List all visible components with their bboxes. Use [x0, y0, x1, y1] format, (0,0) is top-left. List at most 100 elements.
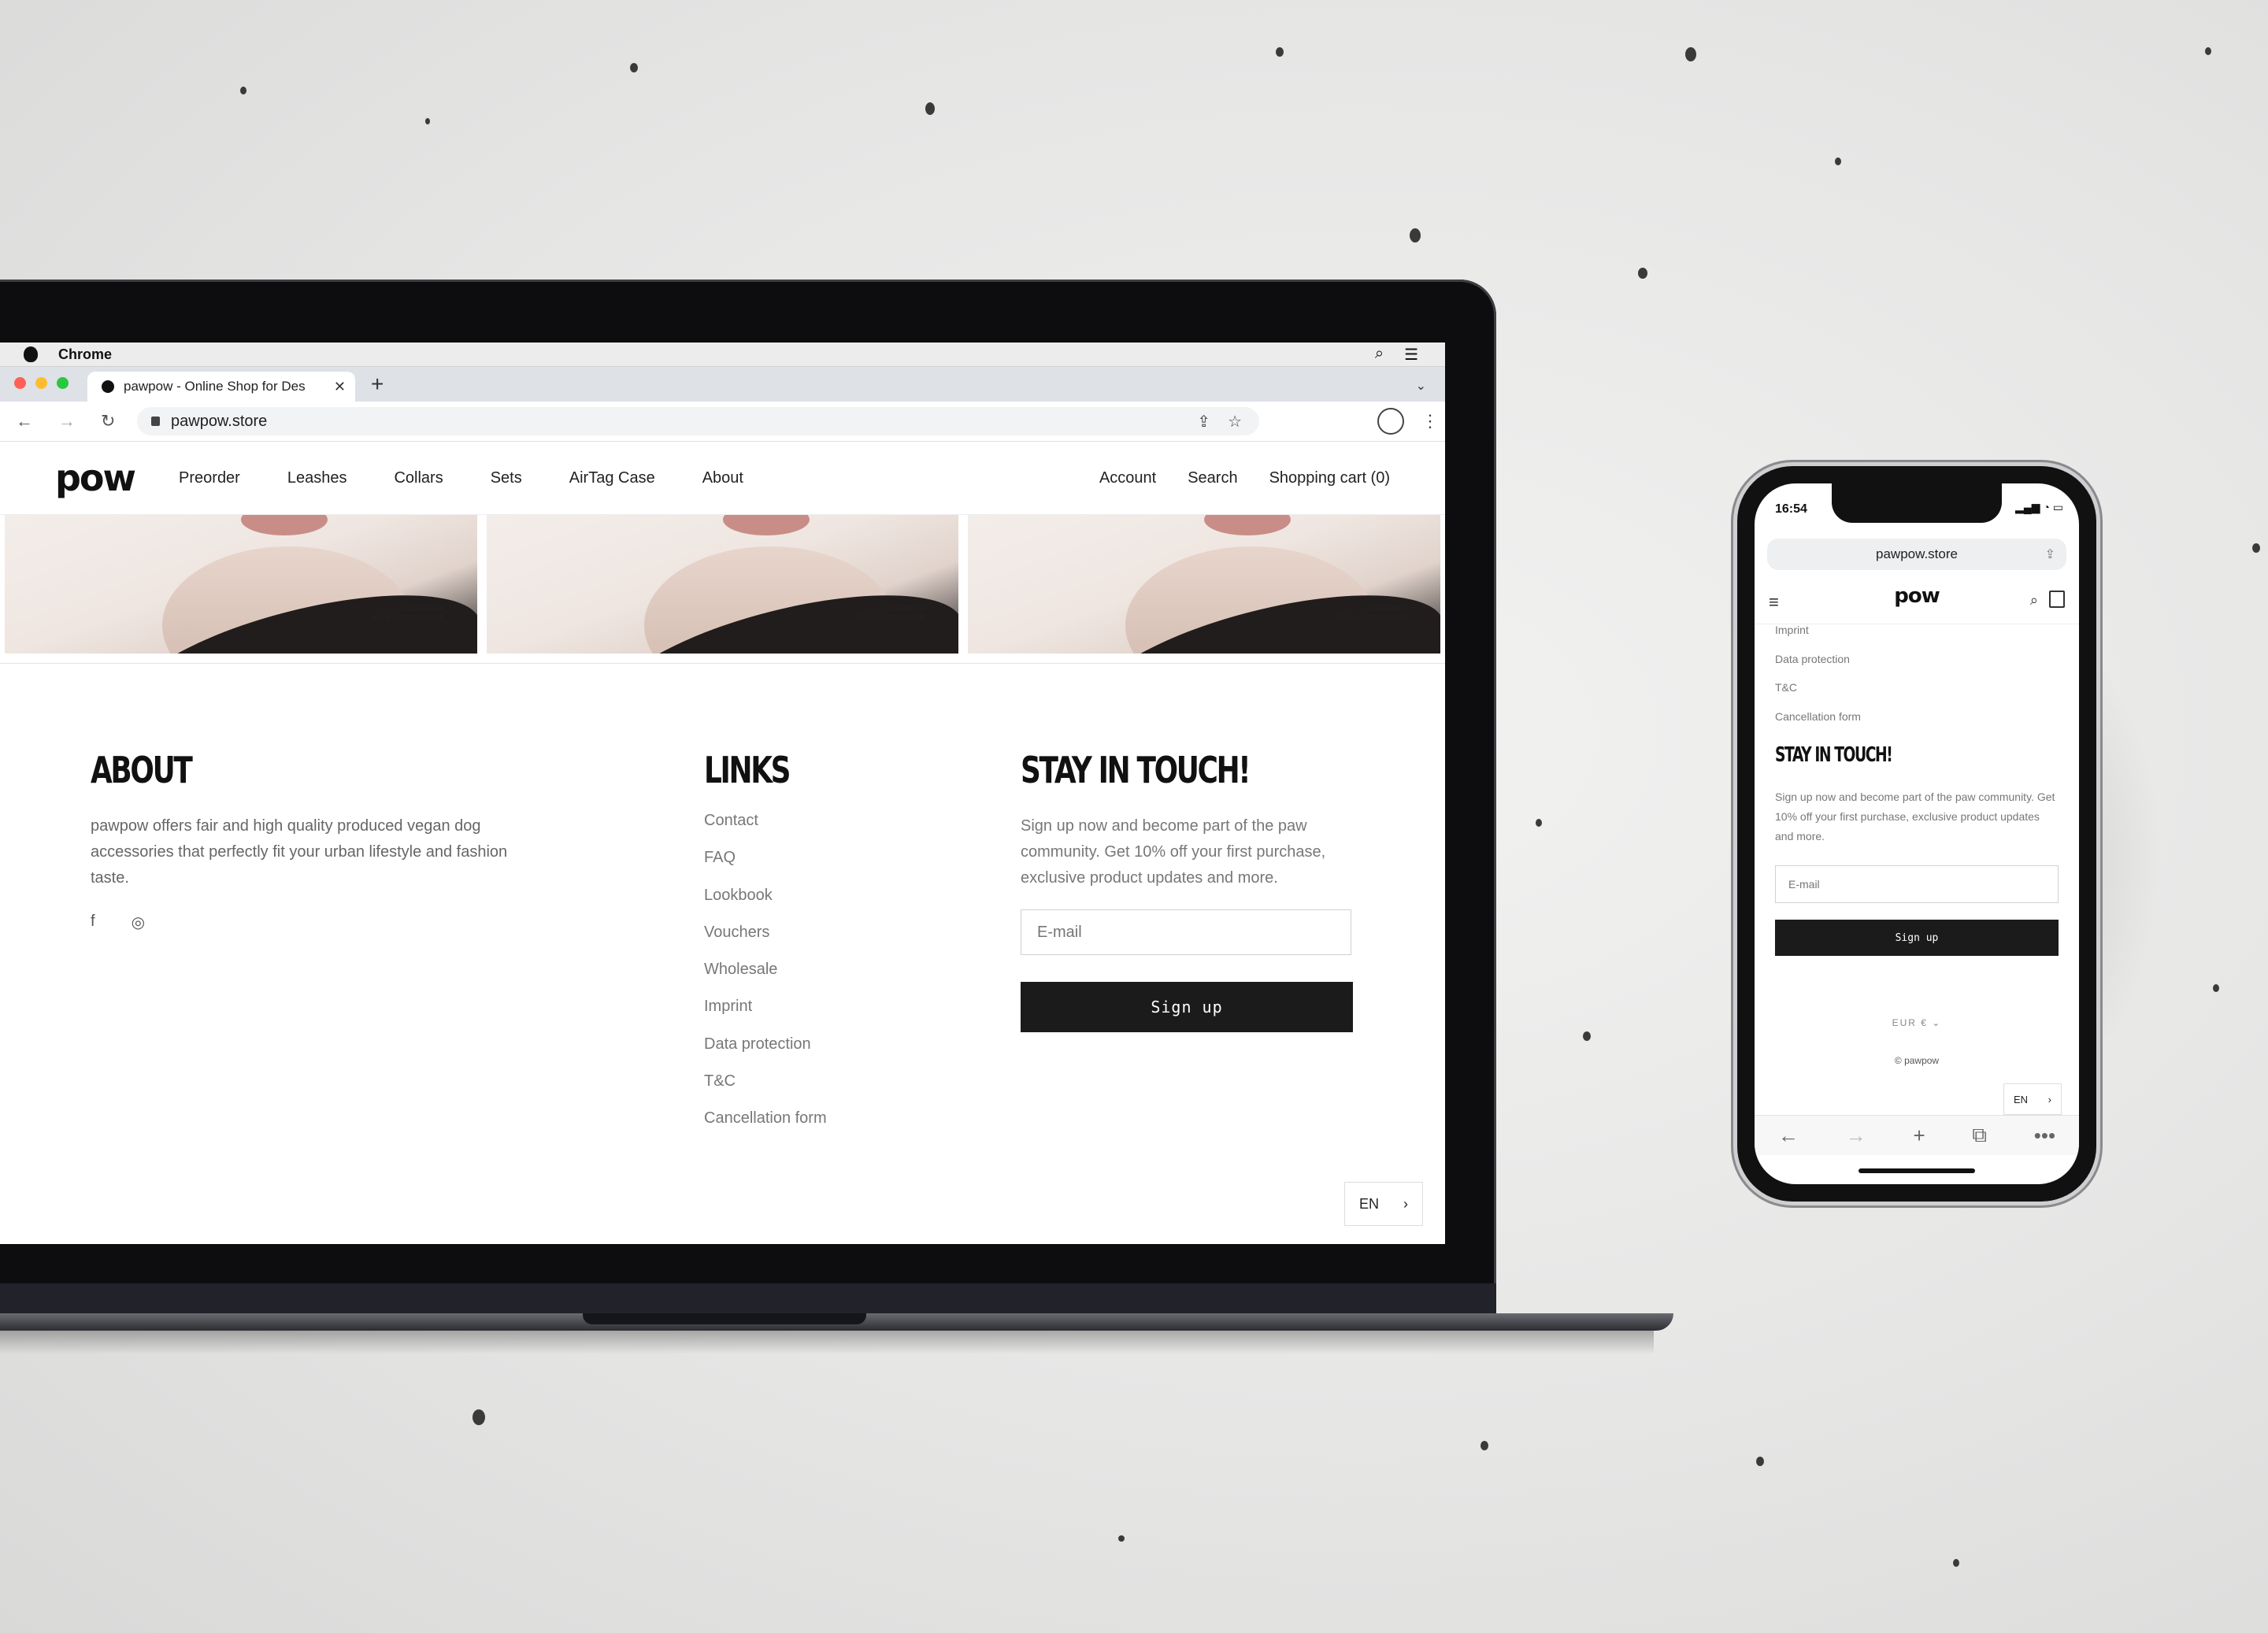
tab-title: pawpow - Online Shop for Des — [124, 379, 306, 394]
home-indicator — [1858, 1168, 1975, 1173]
photo-caption: @GOPAWPOW WWW.PAWPOW.STORE — [854, 605, 926, 621]
footer-link-contact[interactable]: Contact — [704, 812, 827, 849]
nav-item-sets[interactable]: Sets — [491, 469, 522, 487]
newsletter-email-input[interactable] — [1021, 909, 1351, 955]
address-bar[interactable]: pawpow.store ⇪ ☆ — [137, 407, 1259, 435]
mobile-link-data-protection[interactable]: Data protection — [1775, 653, 1861, 682]
nav-item-leashes[interactable]: Leashes — [287, 469, 347, 487]
browser-tab-strip: pawpow - Online Shop for Des ✕ + ⌄ — [0, 367, 1445, 402]
mobile-link-cancellation-form[interactable]: Cancellation form — [1775, 710, 1861, 739]
minimize-window-button[interactable] — [35, 377, 47, 389]
profile-avatar-icon[interactable] — [1377, 408, 1404, 435]
new-tab-icon[interactable]: + — [1913, 1124, 1925, 1148]
spotlight-search-icon[interactable]: ⌕ — [1375, 345, 1384, 365]
footer-link-data-protection[interactable]: Data protection — [704, 1035, 827, 1072]
copyright-text: © pawpow — [1894, 1055, 1940, 1066]
shopping-bag-icon[interactable] — [2049, 591, 2065, 608]
social-links: f ◎ — [91, 913, 145, 932]
photo-tile[interactable]: @GOPAWPOW WWW.PAWPOW.STORE — [486, 515, 959, 654]
mobile-url-text: pawpow.store — [1876, 546, 1958, 561]
forward-button[interactable]: → — [58, 411, 85, 431]
links-heading: LINKS — [704, 749, 791, 791]
newsletter-signup-button[interactable]: Sign up — [1021, 982, 1353, 1032]
laptop-notch — [583, 1313, 866, 1324]
menubar-app-name[interactable]: Chrome — [58, 346, 112, 363]
back-button[interactable]: ← — [16, 411, 43, 431]
tab-search-chevron-icon[interactable]: ⌄ — [1416, 378, 1426, 394]
forward-icon[interactable]: → — [1846, 1124, 1866, 1148]
instagram-photo-strip: @GOPAWPOW WWW.PAWPOW.STORE @GOPAWPOW WWW.P… — [0, 515, 1445, 654]
main-nav: Preorder Leashes Collars Sets AirTag Cas… — [179, 469, 743, 487]
photo-tile[interactable]: @GOPAWPOW WWW.PAWPOW.STORE — [968, 515, 1441, 654]
bookmark-star-icon[interactable]: ☆ — [1228, 412, 1242, 431]
account-nav: Account Search Shopping cart (0) — [1099, 469, 1390, 487]
apple-icon[interactable] — [24, 346, 38, 362]
window-controls — [14, 377, 69, 389]
footer-link-vouchers[interactable]: Vouchers — [704, 924, 827, 961]
status-icons: ▂▄▆ ◔ ▭ — [2015, 501, 2063, 513]
tabs-icon[interactable]: ⧉ — [1972, 1123, 1987, 1148]
language-label: EN — [2014, 1093, 2029, 1105]
favicon-icon — [102, 380, 114, 393]
mobile-newsletter-text: Sign up now and become part of the paw c… — [1775, 791, 2055, 842]
footer-link-cancellation-form[interactable]: Cancellation form — [704, 1109, 827, 1146]
browser-menu-icon[interactable]: ⋮ — [1421, 411, 1439, 431]
mobile-site-header: ≡ pow ⌕ — [1755, 578, 2079, 624]
nav-item-about[interactable]: About — [702, 469, 743, 487]
phone-screen: 16:54 ▂▄▆ ◔ ▭ pawpow.store ⇪ ≡ pow ⌕ Imp… — [1755, 483, 2079, 1184]
mobile-newsletter-heading: STAY IN TOUCH! — [1775, 743, 1893, 767]
language-selector[interactable]: EN › — [1344, 1182, 1423, 1226]
mobile-link-imprint[interactable]: Imprint — [1775, 624, 1861, 653]
about-heading: ABOUT — [91, 749, 193, 791]
more-icon[interactable]: ••• — [2034, 1124, 2055, 1148]
chevron-right-icon: › — [1403, 1195, 1408, 1212]
tab-close-icon[interactable]: ✕ — [334, 379, 346, 395]
footer-link-terms[interactable]: T&C — [704, 1072, 827, 1109]
footer-link-faq[interactable]: FAQ — [704, 849, 827, 886]
browser-toolbar: ← → ↻ pawpow.store ⇪ ☆ ⋮ — [0, 402, 1445, 442]
site-logo[interactable]: pow — [55, 457, 136, 499]
mobile-email-input[interactable] — [1775, 865, 2059, 903]
control-center-icon[interactable]: ☰ — [1404, 345, 1418, 365]
search-link[interactable]: Search — [1188, 469, 1237, 487]
mobile-signup-button[interactable]: Sign up — [1775, 920, 2059, 956]
facebook-icon[interactable]: f — [91, 913, 95, 932]
status-time: 16:54 — [1775, 502, 1807, 516]
reload-button[interactable]: ↻ — [101, 411, 128, 431]
shopping-cart-link[interactable]: Shopping cart (0) — [1269, 469, 1390, 487]
mobile-address-bar[interactable]: pawpow.store ⇪ — [1767, 539, 2066, 570]
photo-tile[interactable]: @GOPAWPOW WWW.PAWPOW.STORE — [5, 515, 477, 654]
search-icon[interactable]: ⌕ — [2030, 592, 2038, 609]
newsletter-text: Sign up now and become part of the paw c… — [1021, 817, 1326, 887]
share-icon[interactable]: ⇪ — [1197, 412, 1210, 431]
close-window-button[interactable] — [14, 377, 26, 389]
site-header: pow Preorder Leashes Collars Sets AirTag… — [0, 442, 1445, 515]
browser-tab-active[interactable]: pawpow - Online Shop for Des ✕ — [87, 372, 355, 402]
photo-caption: @GOPAWPOW WWW.PAWPOW.STORE — [372, 605, 444, 621]
back-icon[interactable]: ← — [1778, 1124, 1799, 1148]
laptop-shadow — [0, 1331, 1654, 1354]
nav-item-preorder[interactable]: Preorder — [179, 469, 240, 487]
footer-link-imprint[interactable]: Imprint — [704, 998, 827, 1035]
footer-link-wholesale[interactable]: Wholesale — [704, 961, 827, 998]
nav-item-collars[interactable]: Collars — [394, 469, 443, 487]
mobile-footer-links: Imprint Data protection T&C Cancellation… — [1775, 624, 1861, 739]
phone-notch — [1832, 483, 2002, 523]
menubar-right: ⌕ ☰ — [1375, 345, 1418, 365]
mobile-link-terms[interactable]: T&C — [1775, 681, 1861, 710]
currency-selector[interactable]: EUR € ⌄ — [1755, 1017, 2079, 1028]
divider — [0, 654, 1445, 664]
nav-item-airtag-case[interactable]: AirTag Case — [569, 469, 655, 487]
about-text: pawpow offers fair and high quality prod… — [91, 817, 508, 887]
account-link[interactable]: Account — [1099, 469, 1156, 487]
new-tab-button[interactable]: + — [371, 372, 384, 397]
chevron-right-icon: › — [2048, 1093, 2051, 1105]
mac-menubar: Chrome ⌕ ☰ — [0, 343, 1445, 367]
language-label: EN — [1359, 1195, 1380, 1212]
maximize-window-button[interactable] — [57, 377, 69, 389]
instagram-icon[interactable]: ◎ — [132, 913, 145, 932]
url-text: pawpow.store — [171, 412, 268, 430]
footer-link-lookbook[interactable]: Lookbook — [704, 887, 827, 924]
mobile-language-selector[interactable]: EN › — [2003, 1083, 2062, 1115]
share-icon[interactable]: ⇪ — [2045, 546, 2055, 562]
